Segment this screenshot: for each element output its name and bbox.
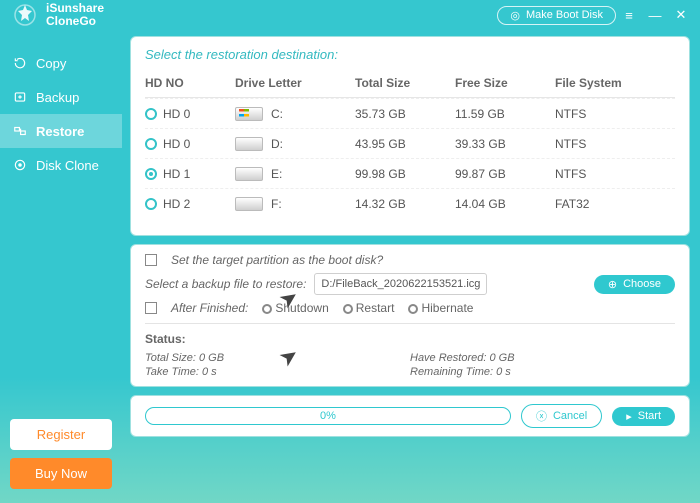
row-radio[interactable]	[145, 168, 157, 180]
restart-radio[interactable]	[343, 304, 353, 314]
cell-total: 43.95 GB	[355, 137, 455, 151]
backup-file-input[interactable]: D:/FileBack_2020622153521.icg	[314, 273, 487, 295]
file-path-value: D:/FileBack_2020622153521.icg	[321, 278, 480, 290]
make-boot-label: Make Boot Disk	[526, 9, 603, 21]
backup-icon	[12, 89, 28, 105]
status-heading: Status:	[145, 332, 675, 346]
table-header: HD NO Drive Letter Total Size Free Size …	[145, 68, 675, 98]
sidebar-label: Disk Clone	[36, 158, 99, 173]
cell-free: 11.59 GB	[455, 107, 555, 121]
row-radio[interactable]	[145, 138, 157, 150]
cell-letter: D:	[271, 137, 283, 151]
cell-free: 39.33 GB	[455, 137, 555, 151]
table-row[interactable]: HD 2 F: 14.32 GB 14.04 GB FAT32	[145, 188, 675, 218]
drive-icon	[235, 167, 263, 181]
drive-icon	[235, 197, 263, 211]
cell-free: 99.87 GB	[455, 167, 555, 181]
row-radio[interactable]	[145, 108, 157, 120]
cell-total: 99.98 GB	[355, 167, 455, 181]
cell-fs: NTFS	[555, 167, 655, 181]
footer-panel: 0% ⓧ Cancel ▸ Start	[130, 395, 690, 437]
sidebar-item-restore[interactable]: Restore	[0, 114, 122, 148]
table-row[interactable]: HD 0 D: 43.95 GB 39.33 GB NTFS	[145, 128, 675, 158]
col-total: Total Size	[355, 76, 455, 90]
make-boot-disk-button[interactable]: ◎ Make Boot Disk	[497, 6, 616, 25]
status-restored: Have Restored: 0 GB	[410, 352, 675, 364]
cell-fs: NTFS	[555, 107, 655, 121]
cell-free: 14.04 GB	[455, 197, 555, 211]
hibernate-radio[interactable]	[408, 304, 418, 314]
status-remaining: Remaining Time: 0 s	[410, 366, 675, 378]
sidebar-label: Backup	[36, 90, 79, 105]
col-drive: Drive Letter	[235, 76, 355, 90]
app-name-2: CloneGo	[46, 15, 104, 28]
cell-total: 14.32 GB	[355, 197, 455, 211]
drive-icon	[235, 137, 263, 151]
sidebar-label: Restore	[36, 124, 84, 139]
play-icon: ▸	[626, 410, 632, 423]
plus-icon: ⊕	[608, 278, 617, 291]
shutdown-radio[interactable]	[262, 304, 272, 314]
col-fs: File System	[555, 76, 655, 90]
buy-now-button[interactable]: Buy Now	[10, 458, 112, 489]
cell-hd: HD 2	[163, 197, 190, 211]
table-row[interactable]: HD 1 E: 99.98 GB 99.87 GB NTFS	[145, 158, 675, 188]
cancel-button[interactable]: ⓧ Cancel	[521, 404, 602, 428]
cell-total: 35.73 GB	[355, 107, 455, 121]
register-button[interactable]: Register	[10, 419, 112, 450]
minimize-button[interactable]: ―	[642, 4, 668, 26]
status-take: Take Time: 0 s	[145, 366, 410, 378]
boot-label: Set the target partition as the boot dis…	[171, 253, 383, 267]
drive-icon	[235, 107, 263, 121]
options-panel: Set the target partition as the boot dis…	[130, 244, 690, 387]
sidebar-item-backup[interactable]: Backup	[0, 80, 122, 114]
progress-value: 0%	[320, 410, 336, 422]
restart-label: Restart	[356, 301, 395, 315]
start-label: Start	[638, 410, 661, 422]
logo-icon	[10, 0, 40, 30]
cell-hd: HD 0	[163, 137, 190, 151]
sidebar-label: Copy	[36, 56, 66, 71]
after-finished-checkbox[interactable]	[145, 302, 157, 314]
menu-button[interactable]: ≡	[616, 4, 642, 26]
after-finished-label: After Finished:	[171, 301, 248, 315]
title-bar: iSunshare CloneGo ◎ Make Boot Disk ≡ ― ✕	[0, 0, 700, 30]
sidebar-item-disk-clone[interactable]: Disk Clone	[0, 148, 122, 182]
panel-title: Select the restoration destination:	[145, 47, 675, 62]
copy-icon	[12, 55, 28, 71]
cell-hd: HD 1	[163, 167, 190, 181]
cell-fs: FAT32	[555, 197, 655, 211]
cell-letter: E:	[271, 167, 282, 181]
choose-button[interactable]: ⊕ Choose	[594, 275, 675, 294]
boot-checkbox[interactable]	[145, 254, 157, 266]
col-free: Free Size	[455, 76, 555, 90]
cell-hd: HD 0	[163, 107, 190, 121]
cell-letter: F:	[271, 197, 282, 211]
cell-letter: C:	[271, 107, 283, 121]
start-button[interactable]: ▸ Start	[612, 407, 675, 426]
progress-bar: 0%	[145, 407, 511, 425]
app-logo: iSunshare CloneGo	[10, 0, 104, 30]
cancel-icon: ⓧ	[536, 408, 547, 424]
destination-panel: Select the restoration destination: HD N…	[130, 36, 690, 236]
cancel-label: Cancel	[553, 410, 587, 422]
sidebar-item-copy[interactable]: Copy	[0, 46, 122, 80]
cell-fs: NTFS	[555, 137, 655, 151]
disk-clone-icon	[12, 157, 28, 173]
close-button[interactable]: ✕	[668, 4, 694, 26]
restore-icon	[12, 123, 28, 139]
disc-icon: ◎	[510, 9, 520, 22]
hibernate-label: Hibernate	[421, 301, 473, 315]
row-radio[interactable]	[145, 198, 157, 210]
col-hdno: HD NO	[145, 76, 235, 90]
sidebar: Copy Backup Restore Disk Clone Register …	[0, 36, 122, 493]
choose-label: Choose	[623, 278, 661, 290]
table-row[interactable]: HD 0 C: 35.73 GB 11.59 GB NTFS	[145, 98, 675, 128]
